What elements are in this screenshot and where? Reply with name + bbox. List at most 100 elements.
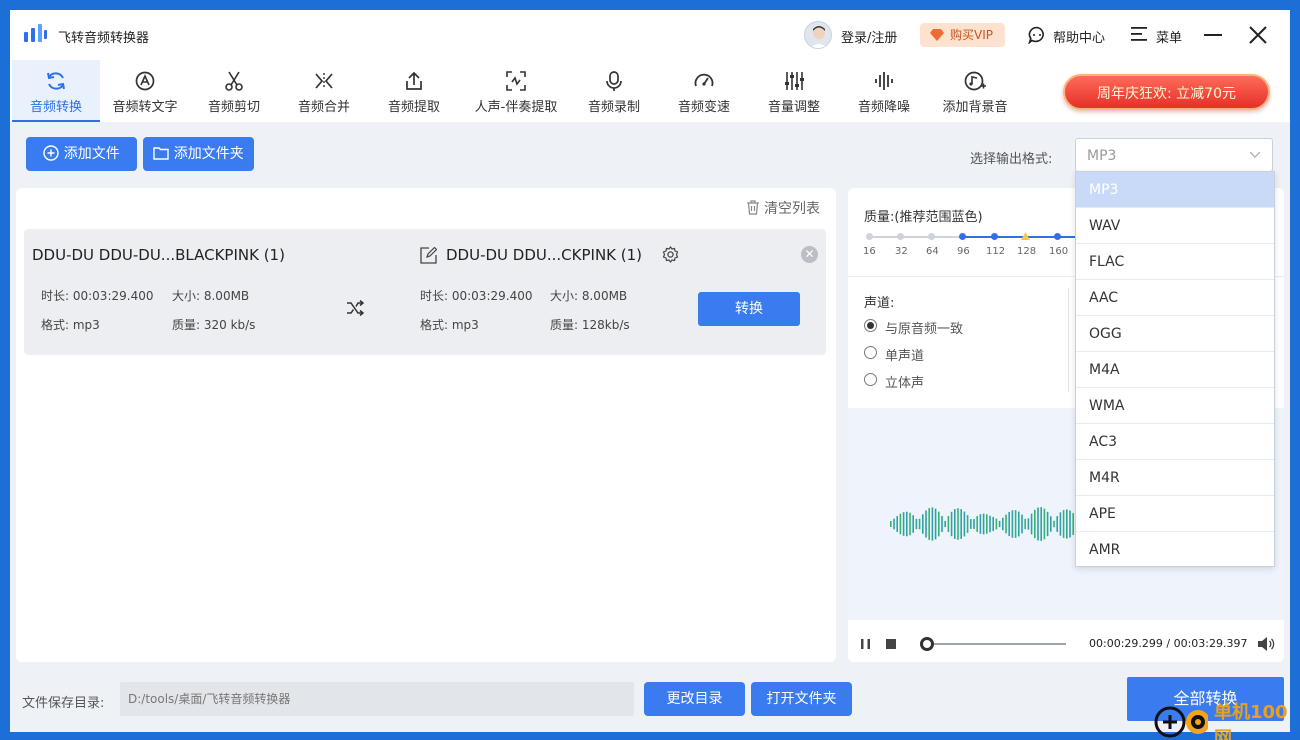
quality-tick: 160 — [1049, 246, 1069, 257]
promo-banner[interactable]: 周年庆狂欢: 立减70元 — [1063, 74, 1270, 110]
help-center-link[interactable]: 帮助中心 — [1053, 27, 1105, 46]
add-folder-button[interactable]: 添加文件夹 — [143, 137, 254, 171]
waveform-bar — [1002, 517, 1004, 531]
edit-icon[interactable] — [420, 247, 437, 264]
waveform-bar — [918, 518, 921, 530]
waveform-bar — [1008, 511, 1010, 537]
add-file-button[interactable]: 添加文件 — [26, 137, 137, 171]
radio-channel-original[interactable] — [864, 319, 877, 332]
tab-audio-extract[interactable]: 音频提取 — [378, 60, 450, 122]
format-option-flac[interactable]: FLAC — [1076, 244, 1274, 280]
waveform-bar — [1072, 512, 1074, 536]
watermark-text: 单机100网 — [1214, 702, 1288, 740]
remove-file-button[interactable]: ✕ — [801, 246, 818, 263]
clear-list-label: 清空列表 — [764, 201, 820, 217]
waveform-bar — [1059, 512, 1062, 536]
tab-audio-speed[interactable]: 音频变速 — [668, 60, 740, 122]
quality-stop[interactable] — [959, 233, 966, 240]
format-option-wav[interactable]: WAV — [1076, 208, 1274, 244]
waveform-bar — [1050, 516, 1052, 532]
tab-noise-reduction[interactable]: 音频降噪 — [848, 60, 920, 122]
minimize-button[interactable] — [1204, 34, 1222, 36]
tab-label: 音频剪切 — [207, 100, 260, 115]
tab-audio-cut[interactable]: 音频剪切 — [198, 60, 270, 122]
waveform-bar — [1005, 514, 1007, 534]
format-option-mp3[interactable]: MP3 — [1076, 172, 1274, 208]
quality-tick: 128 — [1017, 246, 1037, 257]
tab-vocal-separate[interactable]: 人声-伴奏提取 — [464, 60, 568, 122]
gear-icon[interactable] — [662, 246, 679, 263]
help-icon[interactable] — [1028, 26, 1046, 44]
tab-label: 音频变速 — [677, 100, 730, 115]
waveform-bar — [973, 519, 975, 529]
format-option-wma[interactable]: WMA — [1076, 388, 1274, 424]
playback-track[interactable] — [920, 643, 1066, 645]
quality-tick: 16 — [863, 246, 876, 257]
waveform-bar — [931, 507, 934, 541]
output-format-select[interactable]: MP3 — [1075, 138, 1273, 172]
tab-audio-convert[interactable]: 音频转换 — [12, 60, 100, 122]
login-link[interactable]: 登录/注册 — [841, 27, 897, 46]
radio-channel-stereo[interactable] — [864, 373, 877, 386]
menu-icon[interactable] — [1131, 27, 1147, 41]
tab-label: 音频合并 — [297, 100, 350, 115]
close-icon[interactable] — [1247, 24, 1269, 46]
playback-slider-handle[interactable] — [920, 637, 935, 651]
quality-stop[interactable] — [866, 233, 873, 240]
pause-icon[interactable] — [860, 638, 872, 650]
tab-audio-record[interactable]: 音频录制 — [578, 60, 650, 122]
waveform-bar — [934, 508, 937, 540]
buy-vip-button[interactable]: 购买VIP — [920, 23, 1005, 47]
waveform-bar — [982, 513, 985, 535]
add-music-icon — [964, 71, 986, 91]
waveform-bar — [970, 519, 972, 529]
format-option-ogg[interactable]: OGG — [1076, 316, 1274, 352]
quality-tick: 112 — [986, 246, 1006, 257]
add-file-label: 添加文件 — [63, 146, 120, 162]
quality-stop[interactable] — [897, 233, 904, 240]
waveform-bar — [954, 509, 956, 539]
quality-tick: 32 — [895, 246, 908, 257]
quality-stop[interactable] — [928, 233, 935, 240]
waveform-bar — [890, 521, 892, 527]
avatar[interactable] — [804, 21, 832, 49]
tab-label: 音频提取 — [387, 100, 440, 115]
noise-reduction-icon — [875, 72, 893, 90]
format-option-m4r[interactable]: M4R — [1076, 460, 1274, 496]
quality-selected-marker[interactable] — [1021, 232, 1030, 240]
quality-tick: 64 — [926, 246, 939, 257]
tab-audio-merge[interactable]: 音频合并 — [288, 60, 360, 122]
waveform-bar — [989, 515, 991, 533]
waveform-bar — [1046, 511, 1049, 537]
waveform-bar — [909, 512, 911, 536]
clear-list-button[interactable]: 清空列表 — [746, 198, 820, 218]
format-option-ac3[interactable]: AC3 — [1076, 424, 1274, 460]
tab-add-background-music[interactable]: 添加背景音 — [932, 60, 1018, 122]
stop-icon[interactable] — [885, 638, 897, 650]
app-title: 飞转音频转换器 — [58, 31, 150, 46]
radio-channel-mono[interactable] — [864, 346, 877, 359]
convert-button[interactable]: 转换 — [698, 292, 800, 326]
volume-icon[interactable] — [1257, 636, 1275, 652]
waveform-bar — [941, 516, 943, 532]
format-option-amr[interactable]: AMR — [1076, 532, 1274, 568]
menu-button[interactable]: 菜单 — [1156, 27, 1182, 46]
app-logo-icon — [24, 24, 47, 42]
waveform-bar — [1040, 507, 1042, 541]
quality-stop[interactable] — [1054, 233, 1061, 240]
waveform-bar — [928, 508, 930, 540]
waveform-bar — [1014, 510, 1017, 538]
format-option-m4a[interactable]: M4A — [1076, 352, 1274, 388]
tab-volume-adjust[interactable]: 音量调整 — [758, 60, 830, 122]
tab-audio-to-text[interactable]: 音频转文字 — [102, 60, 188, 122]
format-option-ape[interactable]: APE — [1076, 496, 1274, 532]
change-directory-button[interactable]: 更改目录 — [644, 682, 745, 716]
extract-icon — [406, 71, 422, 90]
file-card: DDU-DU DDU-DU...BLACKPINK (1) 时长: 00:03:… — [24, 229, 826, 355]
waveform-bar — [912, 515, 914, 533]
format-option-aac[interactable]: AAC — [1076, 280, 1274, 316]
open-folder-button[interactable]: 打开文件夹 — [751, 682, 852, 716]
merge-icon — [315, 73, 333, 89]
file-list-panel: 清空列表 DDU-DU DDU-DU...BLACKPINK (1) 时长: 0… — [16, 188, 836, 662]
quality-stop[interactable] — [991, 233, 998, 240]
